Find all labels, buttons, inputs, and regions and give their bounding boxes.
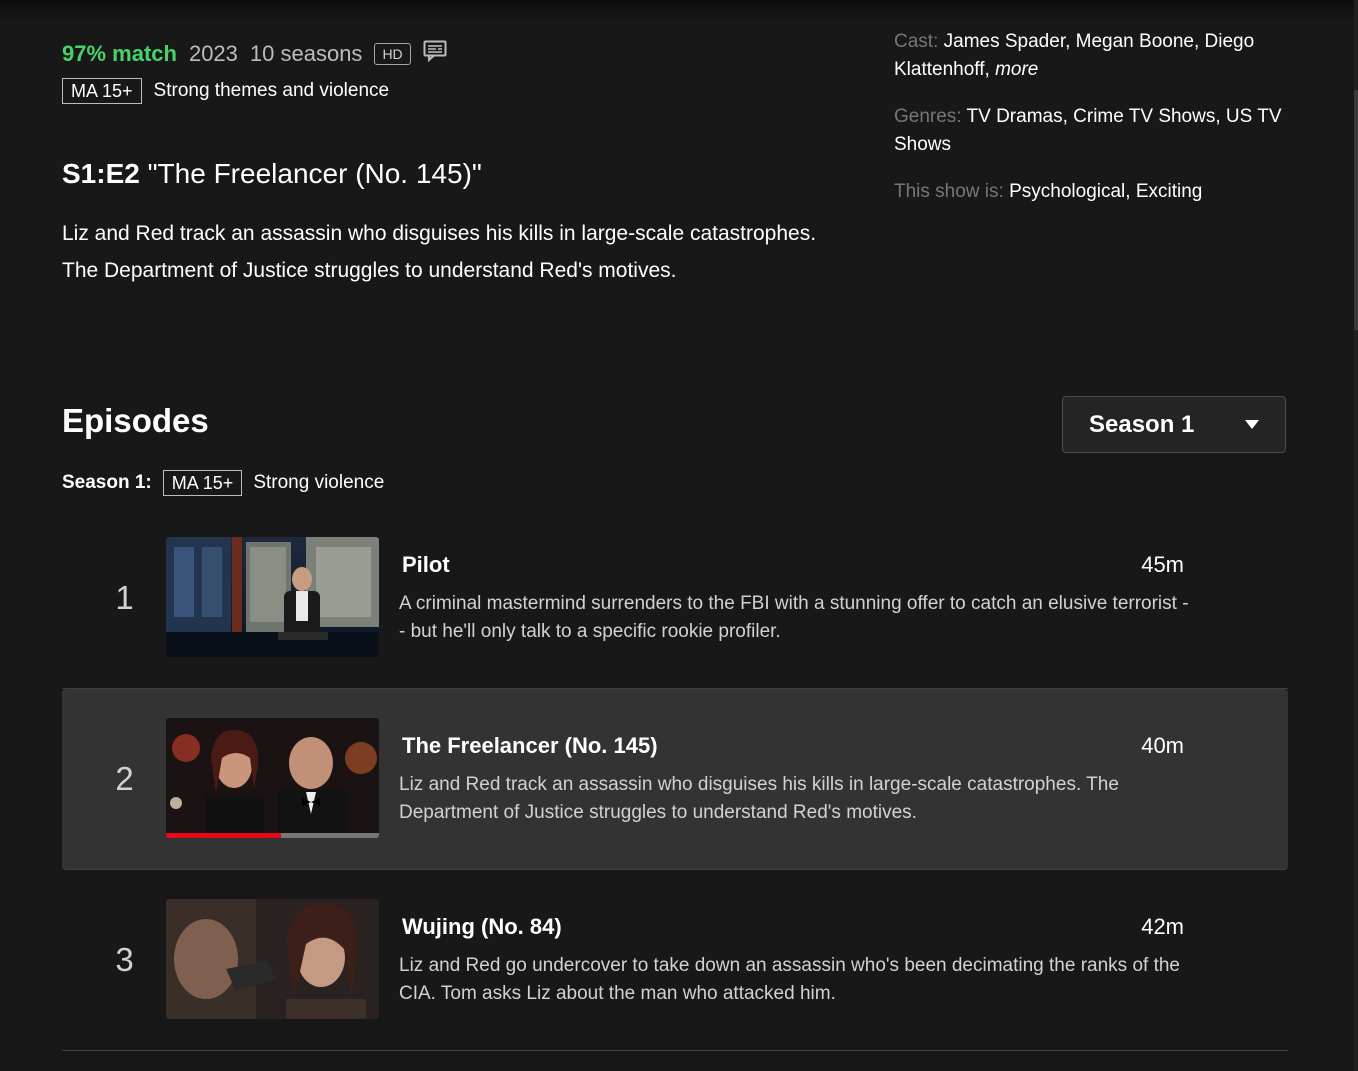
episode-title: Pilot (402, 552, 450, 577)
maturity-row: MA 15+ Strong themes and violence (62, 78, 389, 104)
caret-down-icon (1245, 420, 1259, 429)
episode-thumbnail[interactable] (166, 718, 379, 838)
maturity-reason: Strong themes and violence (153, 80, 390, 101)
season-rating-badge: MA 15+ (162, 470, 243, 496)
watch-progress-fill (166, 833, 282, 838)
genres-label: Genres: (894, 106, 962, 127)
tags-line: This show is: Psychological, Exciting (894, 178, 1294, 206)
tags-label: This show is: (894, 181, 1004, 202)
details-panel: Cast: James Spader, Megan Boone, Diego K… (894, 28, 1294, 225)
release-year: 2023 (188, 41, 238, 66)
maturity-rating-badge: MA 15+ (62, 78, 142, 104)
season-dropdown[interactable]: Season 1 (1062, 396, 1286, 453)
current-episode-synopsis: Liz and Red track an assassin who disgui… (62, 222, 817, 282)
episode-description: Liz and Red track an assassin who disgui… (399, 774, 1119, 823)
scrollbar-thumb[interactable] (1354, 90, 1358, 330)
hd-badge: HD (374, 43, 411, 65)
season-label: Season 1: (62, 472, 152, 493)
season-count: 10 seasons (249, 41, 363, 66)
episode-duration: 42m (1141, 914, 1184, 939)
episode-title: Wujing (No. 84) (402, 914, 562, 939)
season-rating-reason: Strong violence (253, 472, 385, 493)
season-dropdown-label: Season 1 (1089, 410, 1195, 438)
top-shadow (0, 0, 1358, 22)
watch-progress-bar (166, 833, 379, 838)
episode-description: Liz and Red go undercover to take down a… (399, 955, 1180, 1004)
cast-value[interactable]: James Spader, Megan Boone, Diego Klatten… (894, 31, 1254, 80)
episode-row-active[interactable]: 2 The Freelancer (No. 145) 40m Liz and R… (62, 689, 1288, 870)
genres-line: Genres: TV Dramas, Crime TV Shows, US TV… (894, 103, 1294, 159)
episode-duration: 40m (1141, 733, 1184, 758)
current-episode-title: S1:E2 "The Freelancer (No. 145)" (62, 158, 482, 190)
episode-row[interactable]: 1 Pilot 45m A criminal mastermind surren… (62, 508, 1288, 689)
title-detail-page: 97% match 2023 10 seasons HD MA 15+ Stro… (0, 0, 1358, 1071)
cast-more-link[interactable]: more (995, 59, 1038, 80)
episode-list: 1 Pilot 45m A criminal mastermind surren… (62, 508, 1288, 1051)
episode-name: "The Freelancer (No. 145)" (147, 158, 482, 189)
scrollbar-track[interactable] (1354, 0, 1358, 1071)
season-rating-row: Season 1: MA 15+ Strong violence (62, 470, 384, 496)
episodes-heading: Episodes (62, 402, 209, 439)
match-score: 97% match (62, 41, 177, 66)
episode-duration: 45m (1141, 552, 1184, 577)
cast-label: Cast: (894, 31, 939, 52)
episode-description: A criminal mastermind surrenders to the … (399, 593, 1189, 642)
episode-thumbnail[interactable] (166, 899, 379, 1019)
episode-title: The Freelancer (No. 145) (402, 733, 658, 758)
cast-line: Cast: James Spader, Megan Boone, Diego K… (894, 28, 1294, 84)
episode-code: S1:E2 (62, 158, 140, 189)
subtitles-icon (423, 40, 447, 68)
episode-row[interactable]: 3 Wujing (No. 84) 42m Liz and Red go und… (62, 870, 1288, 1051)
meta-row: 97% match 2023 10 seasons HD (62, 40, 447, 68)
episode-thumbnail[interactable] (166, 537, 379, 657)
tags-value[interactable]: Psychological, Exciting (1009, 181, 1202, 202)
